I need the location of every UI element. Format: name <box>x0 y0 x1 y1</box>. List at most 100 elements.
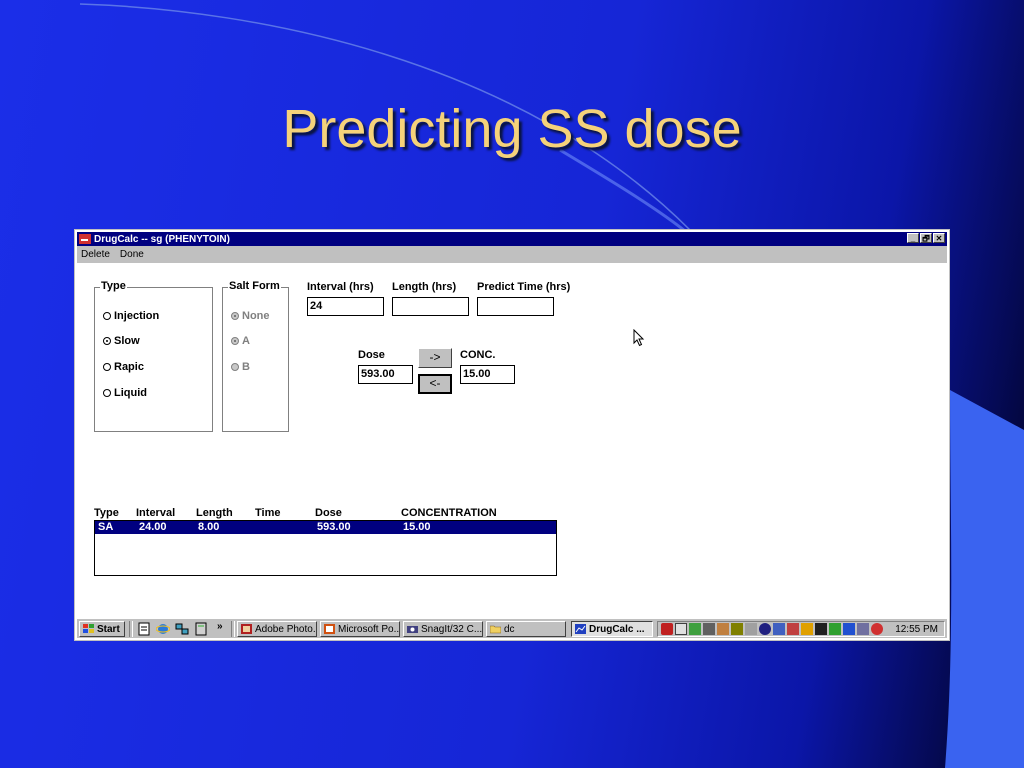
taskbar-clock: 12:55 PM <box>895 623 938 635</box>
minimize-button[interactable]: _ <box>907 233 919 243</box>
menubar: Delete Done <box>77 246 947 263</box>
task-snagit[interactable]: SnagIt/32 C... <box>403 621 483 637</box>
close-button[interactable]: ✕ <box>933 233 945 243</box>
predict-time-input[interactable] <box>477 297 554 316</box>
plug-icon[interactable] <box>829 623 841 635</box>
cell-interval: 24.00 <box>139 521 167 533</box>
table-row[interactable]: SA 24.00 8.00 593.00 15.00 <box>95 521 556 534</box>
radio-salt-b: B <box>231 361 250 373</box>
calculator-icon[interactable] <box>194 622 208 636</box>
cell-length: 8.00 <box>198 521 220 533</box>
radio-label: B <box>242 361 250 373</box>
tool-icon[interactable] <box>731 623 743 635</box>
radio-button[interactable] <box>103 312 111 320</box>
search-icon[interactable] <box>759 623 771 635</box>
type-group-legend: Type <box>100 280 127 292</box>
radio-button[interactable] <box>103 363 111 371</box>
network-icon[interactable] <box>175 622 189 636</box>
camera-icon <box>407 626 418 633</box>
col-header-time: Time <box>255 507 281 519</box>
battery-icon[interactable] <box>801 623 813 635</box>
start-label: Start <box>97 623 120 635</box>
radio-salt-a: A <box>231 335 250 347</box>
taskbar: Start » Adobe Photo... Microsoft Po... S… <box>77 618 947 638</box>
speaker-icon[interactable] <box>745 623 757 635</box>
task-drugcalc[interactable]: DrugCalc ... <box>571 621 653 637</box>
document-icon[interactable] <box>675 623 687 635</box>
radio-salt-none: None <box>231 310 270 322</box>
dose-input[interactable]: 593.00 <box>358 365 413 384</box>
restore-button[interactable]: 🗗 <box>920 233 932 243</box>
radio-label: None <box>242 310 270 322</box>
app-chart-icon <box>79 234 91 244</box>
notepad-icon[interactable] <box>137 622 151 636</box>
network-tray-icon[interactable] <box>689 623 701 635</box>
menu-done[interactable]: Done <box>120 249 144 260</box>
task-label: DrugCalc ... <box>589 623 645 635</box>
magnifier-icon[interactable] <box>787 623 799 635</box>
type-group: Type Injection Slow Rapic Liquid <box>94 280 213 432</box>
printer-icon[interactable] <box>703 623 715 635</box>
radio-injection[interactable]: Injection <box>103 310 159 322</box>
salt-form-legend: Salt Form <box>228 280 281 292</box>
task-label: dc <box>504 623 515 635</box>
internet-explorer-icon[interactable] <box>156 622 170 636</box>
radio-liquid[interactable]: Liquid <box>103 387 147 399</box>
radio-button-disabled <box>231 337 239 345</box>
radio-label: Injection <box>114 310 160 322</box>
display-icon[interactable] <box>843 623 855 635</box>
photoshop-icon <box>241 624 252 634</box>
task-label: SnagIt/32 C... <box>421 623 483 635</box>
interval-label: Interval (hrs) <box>307 281 374 293</box>
predict-time-label: Predict Time (hrs) <box>477 281 571 293</box>
cell-concentration: 15.00 <box>403 521 431 533</box>
radio-slow[interactable]: Slow <box>103 335 140 347</box>
radio-button-disabled <box>231 363 239 371</box>
col-header-concentration: CONCENTRATION <box>401 507 497 519</box>
users-icon[interactable] <box>773 623 785 635</box>
app-chart-icon <box>575 624 586 634</box>
radio-button-disabled <box>231 312 239 320</box>
start-button[interactable]: Start <box>79 621 125 637</box>
mouse-pointer-icon <box>633 329 645 347</box>
conc-input[interactable]: 15.00 <box>460 365 515 384</box>
task-microsoft-powerpoint[interactable]: Microsoft Po... <box>320 621 400 637</box>
interval-input[interactable]: 24 <box>307 297 384 316</box>
length-input[interactable] <box>392 297 469 316</box>
cell-type: SA <box>98 521 114 533</box>
col-header-length: Length <box>196 507 233 519</box>
hdd-icon[interactable] <box>815 623 827 635</box>
radio-rapid[interactable]: Rapic <box>103 361 144 373</box>
windows-flag-icon <box>83 624 94 633</box>
cell-dose: 593.00 <box>317 521 351 533</box>
antivirus-shield-icon[interactable] <box>661 623 673 635</box>
window-titlebar[interactable]: DrugCalc -- sg (PHENYTOIN) _ 🗗 ✕ <box>77 232 947 246</box>
radio-label: Slow <box>114 335 140 347</box>
results-list[interactable]: SA 24.00 8.00 593.00 15.00 <box>94 520 557 576</box>
task-label: Microsoft Po... <box>338 623 400 635</box>
dose-label: Dose <box>358 349 385 361</box>
col-header-dose: Dose <box>315 507 342 519</box>
form-area: Type Injection Slow Rapic Liquid Salt Fo… <box>77 263 947 618</box>
col-header-type: Type <box>94 507 119 519</box>
radio-label: Rapic <box>114 361 144 373</box>
system-tray: 12:55 PM <box>657 621 945 637</box>
task-adobe-photoshop[interactable]: Adobe Photo... <box>237 621 317 637</box>
calc-conc-button[interactable]: -> <box>418 348 452 368</box>
menu-delete[interactable]: Delete <box>81 249 110 260</box>
radio-button-selected[interactable] <box>103 337 111 345</box>
scanner-icon[interactable] <box>717 623 729 635</box>
radio-button[interactable] <box>103 389 111 397</box>
salt-form-group: Salt Form None A B <box>222 280 289 432</box>
calc-dose-button[interactable]: <- <box>418 374 452 394</box>
slide-title: Predicting SS dose <box>282 99 742 159</box>
radio-label: Liquid <box>114 387 147 399</box>
task-dc-folder[interactable]: dc <box>486 621 566 637</box>
window-icon[interactable] <box>857 623 869 635</box>
powerpoint-icon <box>324 624 335 634</box>
folder-icon <box>490 625 501 634</box>
col-header-interval: Interval <box>136 507 176 519</box>
window-title: DrugCalc -- sg (PHENYTOIN) <box>94 233 230 245</box>
power-icon[interactable] <box>871 623 883 635</box>
quicklaunch-more[interactable]: » <box>217 621 223 632</box>
